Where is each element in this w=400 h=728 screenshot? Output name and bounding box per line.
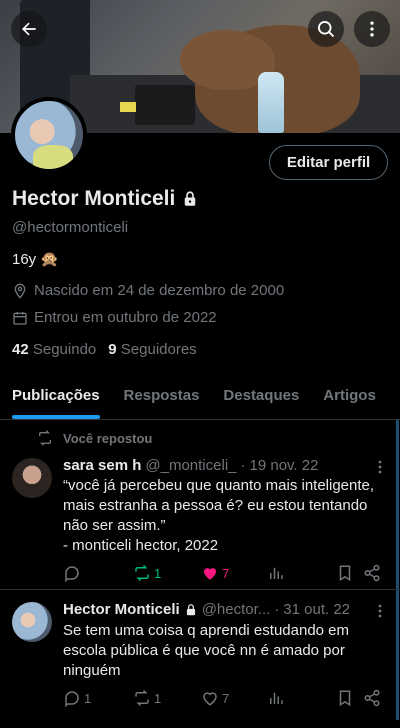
views-button[interactable]: [267, 564, 288, 582]
repost-indicator: Você repostou: [37, 430, 152, 446]
profile-handle: @hectormonticeli: [12, 219, 129, 236]
bookmark-icon: [339, 565, 351, 582]
views-chart-icon: [270, 692, 283, 704]
repost-button[interactable]: 1: [133, 689, 161, 707]
search-button[interactable]: [308, 11, 344, 47]
followers-label: Seguidores: [120, 341, 197, 358]
following-label: Seguindo: [32, 341, 97, 358]
more-options-button[interactable]: [354, 11, 390, 47]
share-button[interactable]: [363, 689, 381, 707]
views-button[interactable]: [267, 689, 288, 707]
join-date-text: Entrou em outubro de 2022: [34, 309, 217, 326]
join-date-row: Entrou em outubro de 2022: [12, 309, 217, 326]
tab-artigos[interactable]: Artigos: [311, 376, 388, 419]
edit-profile-button[interactable]: Editar perfil: [269, 145, 388, 180]
following-count: 42: [12, 341, 29, 358]
banner-keyboard: [135, 85, 195, 125]
repost-icon: [135, 689, 149, 707]
repost-button[interactable]: 1: [133, 564, 161, 582]
post-author-avatar[interactable]: [12, 602, 52, 642]
more-vertical-icon: [370, 21, 374, 37]
like-count: 7: [222, 565, 230, 581]
post-date[interactable]: 19 nov. 22: [250, 457, 319, 474]
post-item[interactable]: sara sem h @_monticeli_ · 19 nov. 22 “vo…: [0, 450, 400, 590]
post-header: sara sem h @_monticeli_ · 19 nov. 22: [63, 457, 318, 474]
reply-icon: [65, 691, 79, 707]
reply-count: 1: [84, 690, 92, 706]
post-text: Se tem uma coisa q aprendi estudando em …: [63, 622, 350, 679]
arrow-left-icon: [22, 22, 36, 36]
like-button[interactable]: 7: [201, 689, 229, 707]
repost-icon: [135, 564, 149, 582]
post-date[interactable]: 31 out. 22: [283, 601, 350, 618]
tab-respostas[interactable]: Respostas: [112, 376, 212, 419]
post-more-icon[interactable]: [372, 601, 388, 621]
tab-destaques[interactable]: Destaques: [211, 376, 311, 419]
share-button[interactable]: [363, 564, 381, 582]
profile-avatar[interactable]: [11, 97, 87, 173]
share-icon: [364, 689, 380, 707]
bookmark-button[interactable]: [336, 689, 354, 707]
post-actions: 1 7: [63, 564, 383, 584]
birth-date-row: Nascido em 24 de dezembro de 2000: [12, 282, 284, 299]
back-button[interactable]: [11, 11, 47, 47]
profile-bio: 16y 🙊: [12, 251, 60, 268]
tab-publicacoes[interactable]: Publicações: [0, 376, 112, 419]
post-more-icon[interactable]: [372, 457, 388, 477]
repost-count: 1: [154, 565, 162, 581]
views-chart-icon: [270, 567, 283, 579]
display-name: Hector Monticeli: [12, 187, 176, 210]
heart-filled-icon: [204, 568, 216, 580]
post-text: “você já percebeu que quanto mais inteli…: [63, 477, 375, 554]
post-author-avatar[interactable]: [12, 458, 52, 498]
calendar-icon: [13, 311, 27, 325]
like-button[interactable]: 7: [201, 564, 229, 582]
search-icon: [318, 21, 335, 38]
bookmark-icon: [339, 690, 351, 707]
profile-name-row: Hector Monticeli: [12, 187, 199, 211]
lock-icon: [186, 603, 195, 615]
followers-link[interactable]: 9 Seguidores: [108, 341, 196, 358]
banner-sticky-note: [120, 102, 136, 112]
like-count: 7: [222, 690, 230, 706]
profile-tabs: Publicações Respostas Destaques Artigos: [0, 376, 400, 420]
post-author-name[interactable]: Hector Monticeli: [63, 601, 180, 618]
post-header: Hector Monticeli @hector... · 31 out. 22: [63, 601, 350, 618]
repost-icon: [39, 430, 51, 446]
post-separator: ·: [274, 601, 280, 618]
post-item[interactable]: Hector Monticeli @hector... · 31 out. 22…: [0, 590, 400, 728]
post-author-name[interactable]: sara sem h: [63, 457, 141, 474]
reply-icon: [65, 566, 79, 582]
post-separator: ·: [240, 457, 246, 474]
heart-icon: [203, 692, 217, 706]
post-author-handle[interactable]: @_monticeli_: [145, 457, 236, 474]
repost-label: Você repostou: [63, 430, 153, 446]
location-pin-icon: [14, 283, 26, 299]
following-link[interactable]: 42 Seguindo: [12, 341, 96, 358]
follow-stats: 42 Seguindo 9 Seguidores: [12, 341, 197, 358]
reply-button[interactable]: [63, 564, 84, 582]
lock-icon: [185, 191, 196, 206]
birth-date-text: Nascido em 24 de dezembro de 2000: [34, 282, 285, 299]
followers-count: 9: [108, 341, 117, 358]
share-icon: [364, 564, 380, 582]
post-actions: 1 1 7: [63, 689, 383, 709]
repost-count: 1: [154, 690, 162, 706]
banner-bottle: [258, 72, 284, 133]
avatar-shirt: [33, 145, 73, 169]
bookmark-button[interactable]: [336, 564, 354, 582]
reply-button[interactable]: 1: [63, 689, 91, 707]
post-author-handle[interactable]: @hector...: [202, 601, 271, 618]
